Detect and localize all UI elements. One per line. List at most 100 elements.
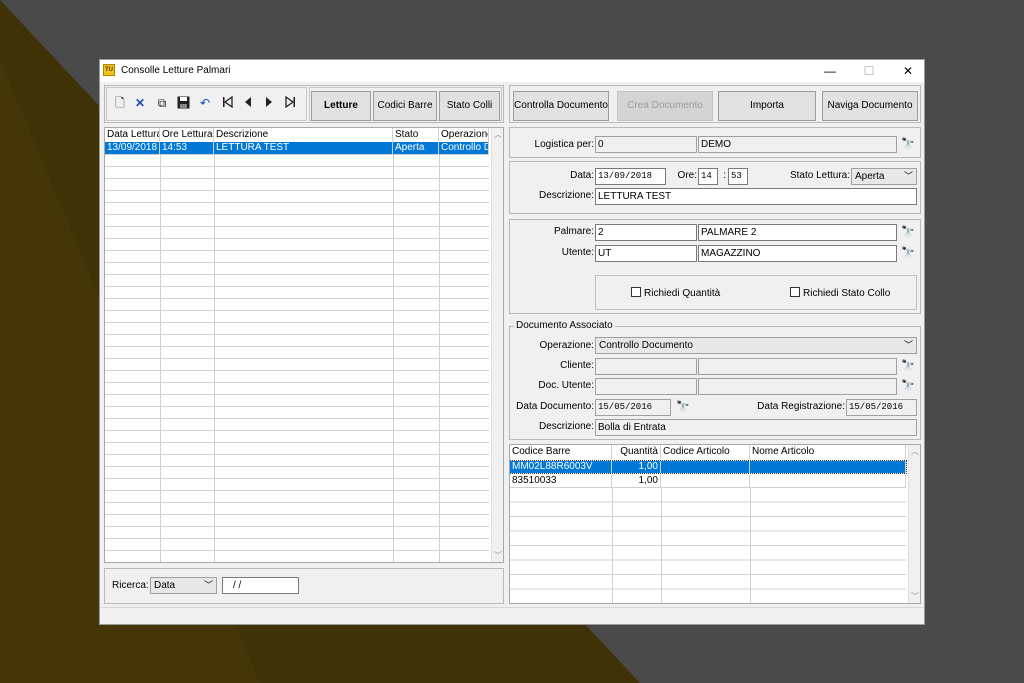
new-icon[interactable]: 🗋 <box>113 96 127 110</box>
controlla-documento-button[interactable]: Controlla Documento <box>513 91 609 121</box>
logistica-label: Logistica per: <box>534 139 594 150</box>
cliente-code-field <box>595 358 697 375</box>
doc-utente-label: Doc. Utente: <box>538 380 594 391</box>
codici-barre-grid: Codice Barre Quantità Codice Articolo No… <box>509 444 921 604</box>
delete-icon[interactable]: ✕ <box>133 96 147 110</box>
stato-lettura-select[interactable]: Aperta ﹀ <box>851 168 917 185</box>
table-row[interactable]: 13/09/2018 14:53 LETTURA TEST Aperta Con… <box>105 142 489 154</box>
status-bar <box>100 607 924 624</box>
data-documento-label: Data Documento: <box>516 401 594 412</box>
title-bar[interactable]: TU Consolle Letture Palmari — ☐ ✕ <box>100 60 924 82</box>
cell-codice-barre: 83510033 <box>510 475 612 487</box>
minimize-button[interactable]: — <box>814 62 846 80</box>
ore-hour-input[interactable]: 14 <box>698 168 718 185</box>
col-header-operazione[interactable]: Operazione <box>439 128 489 142</box>
logistica-code-field[interactable]: 0 <box>595 136 697 153</box>
cell-quantita: 1,00 <box>612 475 661 487</box>
binoculars-icon: 🔭 <box>901 380 915 392</box>
scroll-up-icon[interactable]: ︿ <box>492 129 503 140</box>
close-button[interactable]: ✕ <box>892 62 924 80</box>
prev-record-icon[interactable] <box>241 96 255 110</box>
copy-icon[interactable]: ⧉ <box>155 96 169 110</box>
search-field-value: Data <box>154 580 176 591</box>
doc-utente-code-field <box>595 378 697 395</box>
letture-grid-lines <box>105 154 489 562</box>
col-header-ore-lettura[interactable]: Ore Lettura <box>160 128 214 142</box>
operazione-select[interactable]: Controllo Documento ﹀ <box>595 337 917 354</box>
col-header-nome-articolo[interactable]: Nome Articolo <box>750 445 906 459</box>
tab-codici-barre[interactable]: Codici Barre <box>373 91 437 121</box>
binoculars-icon[interactable]: 🔭 <box>899 245 917 262</box>
save-icon[interactable] <box>176 96 190 110</box>
naviga-documento-button[interactable]: Naviga Documento <box>822 91 918 121</box>
ore-label: Ore: <box>677 170 697 181</box>
search-date-input[interactable]: / / <box>222 577 299 594</box>
undo-icon[interactable]: ↶ <box>198 96 212 110</box>
doc-descrizione-label: Descrizione: <box>538 421 594 432</box>
richiedi-stato-collo-label: Richiedi Stato Collo <box>803 288 891 299</box>
col-header-quantita[interactable]: Quantità <box>612 445 661 459</box>
cell-quantita: 1,00 <box>612 461 661 473</box>
barcode-scrollbar[interactable]: ︿ ﹀ <box>908 445 920 603</box>
scroll-down-icon[interactable]: ﹀ <box>492 550 503 561</box>
operazione-label: Operazione: <box>539 340 594 351</box>
app-icon: TU <box>103 64 115 76</box>
cell-nome-articolo <box>750 475 906 487</box>
cliente-name-field <box>698 358 897 375</box>
col-header-codice-articolo[interactable]: Codice Articolo <box>661 445 750 459</box>
descrizione-input[interactable]: LETTURA TEST <box>595 188 917 205</box>
last-record-icon[interactable] <box>283 95 297 110</box>
table-row[interactable]: MM02L88R6003V 1,00 <box>510 460 907 474</box>
descrizione-label: Descrizione: <box>538 190 594 201</box>
cell-codice-barre: MM02L88R6003V <box>510 461 612 473</box>
first-record-icon[interactable] <box>221 95 235 110</box>
richiedi-stato-collo-checkbox[interactable]: Richiedi Stato Collo <box>790 287 890 301</box>
utente-code-input[interactable]: UT <box>595 245 697 262</box>
chevron-down-icon: ﹀ <box>903 340 913 350</box>
ore-minute-input[interactable]: 53 <box>728 168 748 185</box>
palmare-name-field: PALMARE 2 <box>698 224 897 241</box>
barcode-grid-lines <box>510 487 906 603</box>
binoculars-icon[interactable]: 🔭 <box>674 399 692 416</box>
palmare-code-input[interactable]: 2 <box>595 224 697 241</box>
col-header-stato[interactable]: Stato <box>393 128 439 142</box>
data-registrazione-field: 15/05/2016 <box>846 399 917 416</box>
letture-scrollbar[interactable]: ︿ ﹀ <box>491 128 503 562</box>
table-row[interactable]: 83510033 1,00 <box>510 475 906 487</box>
checkbox-icon <box>790 287 800 297</box>
data-label: Data: <box>570 170 594 181</box>
cell-codice-articolo <box>661 475 750 487</box>
col-header-data-lettura[interactable]: Data Lettura <box>105 128 160 142</box>
scroll-up-icon[interactable]: ︿ <box>909 446 920 457</box>
cliente-label: Cliente: <box>560 360 594 371</box>
stato-lettura-value: Aperta <box>855 171 885 182</box>
col-header-descrizione[interactable]: Descrizione <box>214 128 393 142</box>
chevron-down-icon: ﹀ <box>203 580 213 590</box>
col-header-codice-barre[interactable]: Codice Barre <box>510 445 612 459</box>
doc-descrizione-field: Bolla di Entrata <box>595 419 917 436</box>
data-lettura-input[interactable]: 13/09/2018 <box>595 168 666 185</box>
documento-associato-title: Documento Associato <box>514 320 615 331</box>
data-registrazione-label: Data Registrazione: <box>757 401 845 412</box>
binoculars-icon[interactable]: 🔭 <box>899 224 917 241</box>
utente-label: Utente: <box>561 247 594 258</box>
letture-grid: Data Lettura Ore Lettura Descrizione Sta… <box>104 127 504 563</box>
importa-button[interactable]: Importa <box>718 91 816 121</box>
search-field-select[interactable]: Data ﹀ <box>150 577 217 594</box>
maximize-button[interactable]: ☐ <box>853 62 885 80</box>
next-record-icon[interactable] <box>262 96 276 110</box>
data-documento-field: 15/05/2016 <box>595 399 671 416</box>
tab-letture[interactable]: Letture <box>311 91 371 121</box>
scroll-down-icon[interactable]: ﹀ <box>909 591 920 602</box>
chevron-down-icon: ﹀ <box>903 171 913 181</box>
crea-documento-button[interactable]: Crea Documento <box>617 91 713 121</box>
cell-ore-lettura: 14:53 <box>160 142 214 154</box>
tab-stato-colli[interactable]: Stato Colli <box>439 91 500 121</box>
doc-utente-name-field <box>698 378 897 395</box>
cell-data-lettura: 13/09/2018 <box>105 142 160 154</box>
binoculars-icon[interactable]: 🔭 <box>899 136 917 153</box>
checkbox-icon <box>631 287 641 297</box>
ore-separator: : <box>723 170 726 181</box>
richiedi-quantita-checkbox[interactable]: Richiedi Quantità <box>631 287 720 301</box>
richiedi-quantita-label: Richiedi Quantità <box>644 288 721 299</box>
